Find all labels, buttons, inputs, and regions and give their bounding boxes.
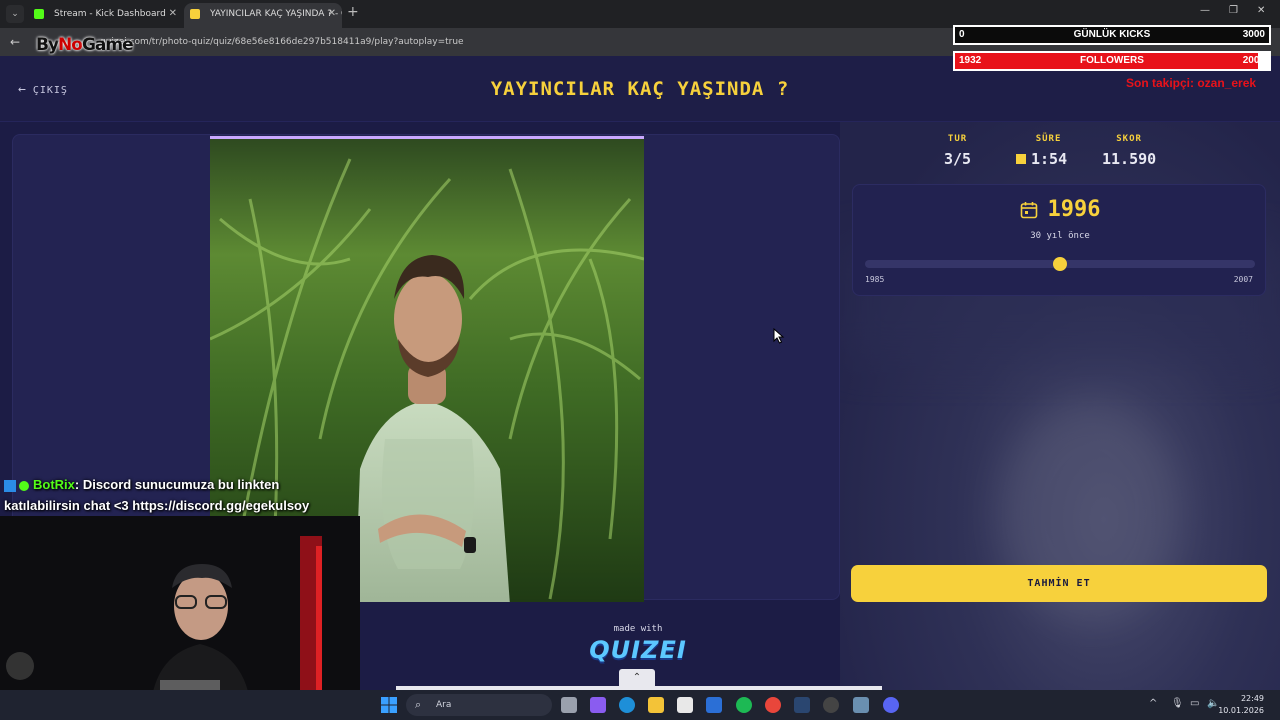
round-label: TUR: [947, 134, 968, 144]
copilot-icon[interactable]: [590, 697, 606, 713]
stream-goals-overlay: GÜNLÜK KICKS 0 3000 FOLLOWERS 1932 2000: [953, 25, 1271, 71]
spotify-icon[interactable]: [736, 697, 752, 713]
kick-favicon-icon: [34, 9, 44, 19]
tab-quizei[interactable]: YAYINCILAR KAÇ YAŞINDA ? - Q ✕: [184, 3, 342, 28]
year-slider[interactable]: [865, 257, 1255, 271]
round-value: 3/5: [944, 150, 972, 168]
microphone-icon[interactable]: 🎙: [1171, 698, 1184, 709]
bot-badge-icon: [4, 479, 16, 492]
verified-badge-icon: [19, 480, 29, 491]
taskbar-search[interactable]: ⌕ Ara: [406, 694, 552, 716]
tray-chevron-up-icon[interactable]: ^: [1149, 698, 1157, 709]
years-ago-text: 30 yıl önce: [1030, 231, 1090, 241]
close-tab-icon[interactable]: ✕: [328, 3, 336, 25]
back-arrow-icon[interactable]: ←: [10, 35, 20, 49]
store-icon[interactable]: [677, 697, 693, 713]
steam-icon[interactable]: [794, 697, 810, 713]
slider-max-year: 2007: [1233, 275, 1253, 284]
score-label: SKOR: [1116, 134, 1142, 144]
score-stat: SKOR 11.590: [1102, 134, 1156, 168]
minimize-icon[interactable]: —: [1200, 5, 1210, 16]
followers-goal: 2000: [1242, 55, 1265, 66]
browser-tab-bar: ⌄ Stream - Kick Dashboard ✕ YAYINCILAR K…: [0, 0, 1280, 28]
task-view-icon[interactable]: [561, 697, 577, 713]
network-icon[interactable]: ▭: [1190, 698, 1199, 709]
quizei-logo[interactable]: QUIZEI: [560, 636, 716, 664]
time-stat: SÜRE 1:54: [1016, 134, 1067, 168]
clock-time: 22:49: [1240, 694, 1264, 703]
new-tab-icon[interactable]: +: [347, 4, 359, 20]
selected-year: 1996: [1047, 197, 1101, 222]
chrome-icon[interactable]: [765, 697, 781, 713]
url-field[interactable]: quizei.com/tr/photo-quiz/quiz/68e56e8166…: [100, 37, 464, 47]
score-value: 11.590: [1102, 150, 1157, 168]
windows-start-icon[interactable]: [381, 697, 397, 713]
file-explorer-icon[interactable]: [648, 697, 664, 713]
year-picker-card: 1996 30 yıl önce 1985 2007: [852, 184, 1266, 296]
round-stat: TUR 3/5: [944, 134, 971, 168]
clock-date: 10.01.2026: [1218, 706, 1264, 715]
taskbar-clock[interactable]: 22:49 10.01.2026: [1218, 693, 1264, 717]
followers-current: 1932: [959, 55, 982, 66]
stats-row: TUR 3/5 SÜRE 1:54 SKOR 11.590: [852, 134, 1272, 184]
daily-kicks-bar: GÜNLÜK KICKS 0 3000: [953, 25, 1271, 45]
mouse-cursor-icon: [773, 328, 785, 344]
tab-search-icon[interactable]: ⌄: [6, 5, 24, 23]
made-with-text: made with: [613, 624, 663, 634]
kicks-label: GÜNLÜK KICKS: [1073, 29, 1151, 40]
quizei-favicon-icon: [190, 9, 200, 19]
time-value: 1:54: [1031, 150, 1068, 168]
timer-square-icon: [1016, 154, 1026, 164]
settings-gear-icon[interactable]: [853, 697, 869, 713]
tab-kick-dashboard[interactable]: Stream - Kick Dashboard ✕: [28, 3, 183, 28]
close-tab-icon[interactable]: ✕: [169, 3, 177, 25]
year-slider-handle[interactable]: [1053, 257, 1067, 271]
edge-icon[interactable]: [619, 697, 635, 713]
followers-bar: FOLLOWERS 1932 2000: [953, 51, 1271, 71]
chat-username: BotRix: [33, 477, 75, 492]
time-label: SÜRE: [1035, 134, 1062, 144]
search-icon: ⌕: [415, 698, 422, 711]
calendar-icon: [1020, 201, 1037, 218]
page-title: YAYINCILAR KAÇ YAŞINDA ?: [490, 78, 790, 100]
restore-icon[interactable]: ❐: [1229, 5, 1238, 16]
close-window-icon[interactable]: ✕: [1257, 5, 1265, 16]
discord-icon[interactable]: [883, 697, 899, 713]
followers-label: FOLLOWERS: [1080, 55, 1144, 66]
mail-icon[interactable]: [706, 697, 722, 713]
obs-icon[interactable]: [823, 697, 839, 713]
tab-title: Stream - Kick Dashboard: [54, 9, 166, 19]
kicks-goal: 3000: [1242, 29, 1265, 40]
last-follower-text: Son takipçi: ozan_erek: [1126, 76, 1257, 90]
chat-message: BotRix: Discord sunucumuza bu linkten ka…: [4, 474, 358, 516]
windows-taskbar: ⌕ Ara ^ 🎙 ▭ 🔈 22:49 10.01.2026: [0, 690, 1280, 720]
kicks-current: 0: [959, 29, 965, 40]
bynogame-logo: ByNoGame: [36, 35, 134, 55]
slider-min-year: 1985: [865, 275, 885, 284]
tab-title: YAYINCILAR KAÇ YAŞINDA ? - Q: [210, 9, 342, 19]
guess-button[interactable]: TAHMİN ET: [851, 565, 1267, 602]
chevron-up-icon[interactable]: ⌃: [619, 669, 655, 687]
